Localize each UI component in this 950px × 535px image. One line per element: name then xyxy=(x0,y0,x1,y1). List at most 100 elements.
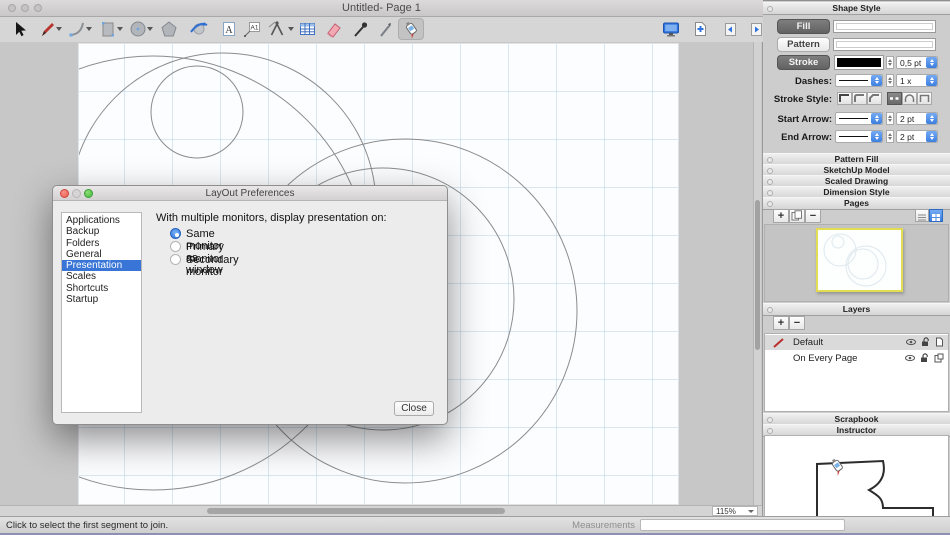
dialog-minimize-icon[interactable] xyxy=(72,189,81,198)
pages-grid-view-button[interactable] xyxy=(929,209,943,222)
panel-header-layers[interactable]: Layers xyxy=(763,303,950,316)
circle-tool-button[interactable] xyxy=(127,18,149,40)
dimension-tool-button[interactable] xyxy=(266,18,288,40)
pages-remove-button[interactable]: − xyxy=(805,209,821,223)
layers-remove-button[interactable]: − xyxy=(789,316,805,330)
polygon-tool-button[interactable] xyxy=(158,18,180,40)
end-arrow-size-dropdown-icon[interactable] xyxy=(926,131,937,142)
start-arrow-size-dropdown-icon[interactable] xyxy=(926,113,937,124)
stroke-join-round-button[interactable] xyxy=(852,92,867,105)
text-tool-button[interactable]: A xyxy=(218,18,240,40)
category-item-backup[interactable]: Backup xyxy=(62,226,141,237)
radio-unselected-icon[interactable] xyxy=(170,254,181,265)
dashes-dropdown[interactable] xyxy=(835,74,883,87)
stroke-join-bevel-button[interactable] xyxy=(867,92,882,105)
close-button[interactable]: Close xyxy=(394,401,434,416)
pages-add-button[interactable]: + xyxy=(773,209,789,223)
dimension-dropdown-icon[interactable] xyxy=(288,27,294,31)
end-arrow-size-stepper[interactable] xyxy=(886,130,894,143)
arc-tool-button[interactable] xyxy=(66,18,88,40)
stroke-join-miter-button[interactable] xyxy=(837,92,852,105)
layer-lock-icon[interactable] xyxy=(920,353,929,363)
table-tool-button[interactable] xyxy=(296,18,318,40)
pattern-button[interactable]: Pattern xyxy=(777,37,830,52)
end-arrow-dropdown-icon[interactable] xyxy=(871,131,882,142)
dashes-scale-dropdown-icon[interactable] xyxy=(926,75,937,86)
category-item-shortcuts[interactable]: Shortcuts xyxy=(62,283,141,294)
stroke-cap-square-button[interactable] xyxy=(917,92,932,105)
vertical-scrollbar-thumb[interactable] xyxy=(755,200,760,350)
arc-dropdown-icon[interactable] xyxy=(86,27,92,31)
pen-tool-button[interactable] xyxy=(375,18,397,40)
horizontal-scrollbar-thumb[interactable] xyxy=(207,508,505,514)
category-item-general[interactable]: General xyxy=(62,249,141,260)
dialog-close-icon[interactable] xyxy=(60,189,69,198)
stroke-width-dropdown-icon[interactable] xyxy=(926,57,937,68)
select-tool-button[interactable] xyxy=(8,18,30,40)
pencil-dropdown-icon[interactable] xyxy=(56,27,62,31)
pattern-well[interactable] xyxy=(833,38,936,51)
layer-row-on-every-page[interactable]: On Every Page xyxy=(765,351,948,366)
add-page-button[interactable] xyxy=(689,18,711,40)
stroke-width-stepper[interactable] xyxy=(886,56,894,69)
window-zoom-icon[interactable] xyxy=(34,4,42,12)
page-thumbnail-selected[interactable] xyxy=(816,228,903,292)
zoom-level-dropdown[interactable]: 115% xyxy=(712,506,758,516)
category-item-presentation[interactable]: Presentation xyxy=(62,260,141,271)
stroke-color-swatch[interactable] xyxy=(835,56,883,69)
eraser-tool-button[interactable] xyxy=(322,18,344,40)
label-tool-button[interactable]: A1 xyxy=(241,18,263,40)
start-arrow-size-combo[interactable]: 2 pt xyxy=(896,112,938,125)
dashes-dropdown-icon[interactable] xyxy=(871,75,882,86)
dividers-icon xyxy=(267,19,287,39)
measurements-input[interactable] xyxy=(640,519,845,531)
start-arrow-size-stepper[interactable] xyxy=(886,112,894,125)
disclosure-icon xyxy=(767,168,773,174)
start-arrow-dropdown-icon[interactable] xyxy=(871,113,882,124)
dashes-scale-stepper[interactable] xyxy=(886,74,894,87)
category-item-folders[interactable]: Folders xyxy=(62,238,141,249)
window-title: Untitled- Page 1 xyxy=(0,0,763,16)
window-minimize-icon[interactable] xyxy=(21,4,29,12)
stroke-width-combo[interactable]: 0,5 pt xyxy=(896,56,938,69)
category-item-applications[interactable]: Applications xyxy=(62,215,141,226)
rectangle-dropdown-icon[interactable] xyxy=(117,27,123,31)
join-tool-button[interactable] xyxy=(398,18,424,40)
category-item-scales[interactable]: Scales xyxy=(62,271,141,282)
previous-page-button[interactable] xyxy=(719,18,741,40)
dashes-scale-combo[interactable]: 1 x xyxy=(896,74,938,87)
radio-unselected-icon[interactable] xyxy=(170,241,181,252)
orbit-swoosh-icon xyxy=(189,19,209,39)
add-page-icon xyxy=(691,20,709,38)
presentation-draw-tool-button[interactable] xyxy=(188,18,210,40)
pages-list-view-button[interactable] xyxy=(915,209,929,222)
category-item-startup[interactable]: Startup xyxy=(62,294,141,305)
panel-header-shape-style[interactable]: Shape Style xyxy=(763,2,950,15)
stroke-cap-butt-button[interactable] xyxy=(887,92,902,105)
window-close-icon[interactable] xyxy=(8,4,16,12)
layer-lock-icon[interactable] xyxy=(921,337,930,347)
circle-dropdown-icon[interactable] xyxy=(147,27,153,31)
circle-icon xyxy=(129,20,147,38)
start-arrow-dropdown[interactable] xyxy=(835,112,883,125)
pages-duplicate-button[interactable] xyxy=(789,209,805,223)
radio-selected-icon[interactable] xyxy=(170,228,181,239)
rectangle-tool-button[interactable] xyxy=(97,18,119,40)
start-presentation-button[interactable] xyxy=(660,18,682,40)
pencil-tool-button[interactable] xyxy=(36,18,58,40)
stroke-button[interactable]: Stroke xyxy=(777,55,830,70)
stroke-cap-round-button[interactable] xyxy=(902,92,917,105)
layer-page-icon[interactable] xyxy=(935,337,944,347)
layer-row-default[interactable]: Default xyxy=(765,335,948,350)
fill-color-well[interactable] xyxy=(833,20,936,33)
fill-button[interactable]: Fill xyxy=(777,19,830,34)
layer-shared-icon[interactable] xyxy=(934,353,944,363)
end-arrow-size-combo[interactable]: 2 pt xyxy=(896,130,938,143)
layer-visibility-icon[interactable] xyxy=(905,354,915,362)
end-arrow-dropdown[interactable] xyxy=(835,130,883,143)
dialog-zoom-icon[interactable] xyxy=(84,189,93,198)
vertical-scrollbar[interactable] xyxy=(753,42,761,505)
style-eyedropper-tool-button[interactable] xyxy=(349,18,371,40)
layer-visibility-icon[interactable] xyxy=(906,338,916,346)
layers-add-button[interactable]: + xyxy=(773,316,789,330)
